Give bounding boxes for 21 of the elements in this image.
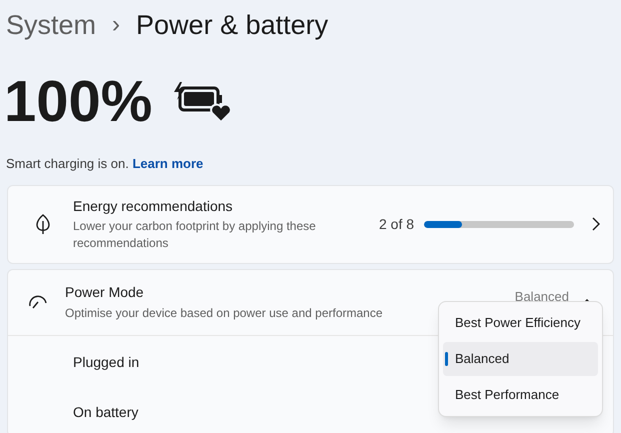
energy-recommendations-card[interactable]: Energy recommendations Lower your carbon footprint by applying these recommendations 2 of 8 bbox=[7, 184, 614, 264]
leaf-icon bbox=[35, 213, 51, 235]
page-title: Power & battery bbox=[136, 8, 328, 42]
recommendation-count: 2 of 8 bbox=[379, 214, 414, 234]
chevron-right-icon bbox=[592, 217, 600, 231]
card-description: Optimise your device based on power use and performance bbox=[65, 305, 383, 322]
breadcrumb-parent[interactable]: System bbox=[6, 4, 96, 46]
gauge-icon bbox=[28, 294, 48, 310]
card-description: Lower your carbon footprint by applying these recommendations bbox=[73, 218, 317, 252]
menu-item[interactable]: Balanced bbox=[443, 342, 598, 376]
battery-percentage: 100% bbox=[4, 73, 152, 131]
card-title: Power Mode bbox=[65, 283, 144, 302]
learn-more-link[interactable]: Learn more bbox=[132, 156, 204, 171]
row-label: Plugged in bbox=[73, 353, 140, 372]
power-mode-value: Balanced bbox=[514, 288, 569, 306]
selection-indicator bbox=[445, 352, 448, 366]
menu-item[interactable]: Best Performance bbox=[443, 378, 598, 412]
row-label: On battery bbox=[73, 403, 138, 422]
breadcrumb-separator: › bbox=[112, 10, 120, 40]
card-title: Energy recommendations bbox=[73, 197, 234, 216]
smart-charging-text: Smart charging is on. bbox=[6, 156, 129, 171]
